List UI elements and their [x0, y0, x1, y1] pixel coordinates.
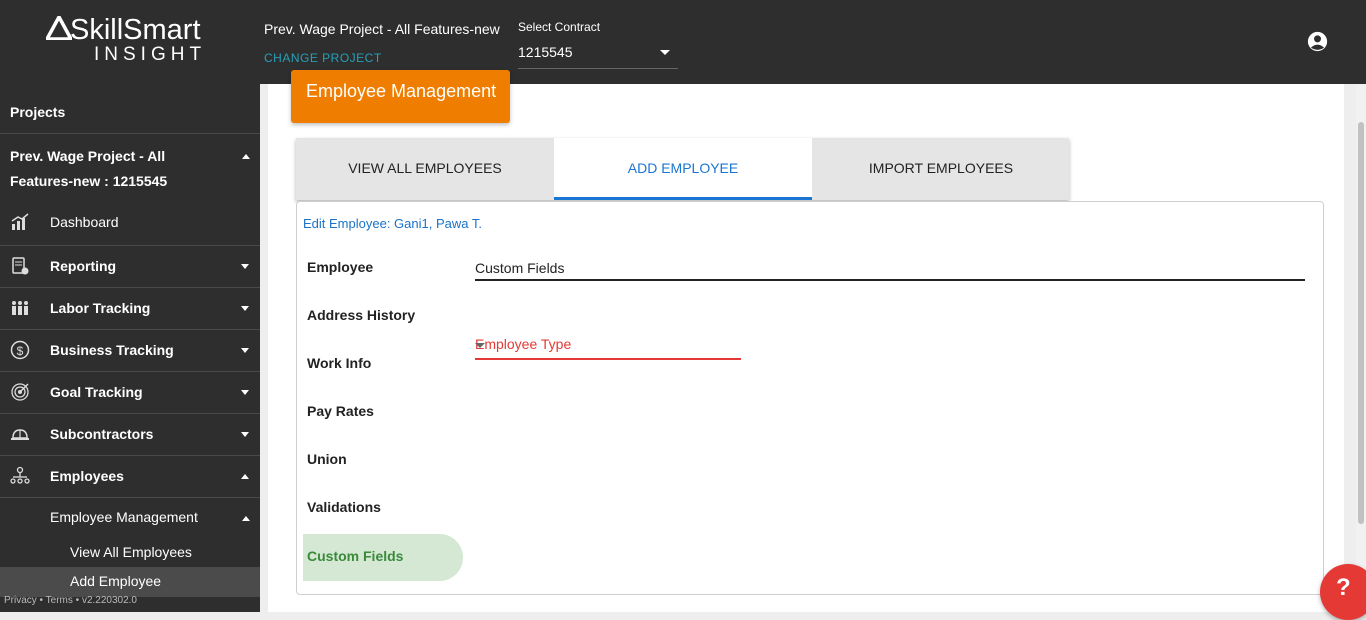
sidebar-item-employee-management[interactable]: Employee Management: [0, 502, 260, 532]
sidebar-item-labor-tracking[interactable]: Labor Tracking: [0, 287, 260, 329]
logo-triangle-icon: [46, 16, 72, 40]
sidebar-item-label: Reporting: [50, 258, 117, 274]
sidebar-subitem-label: Add Employee: [70, 573, 162, 589]
logo-wordmark: SkillSmart: [70, 14, 201, 46]
section-nav-label: Custom Fields: [307, 548, 404, 564]
sidebar-item-subcontractors[interactable]: Subcontractors: [0, 413, 260, 455]
page-scrollbar[interactable]: [1356, 84, 1366, 612]
sidebar-item-label: Employees: [50, 468, 124, 484]
page-title: Employee Management: [306, 81, 497, 101]
sidebar-item-label: Business Tracking: [50, 342, 174, 358]
divider: [0, 497, 260, 498]
sidebar: Projects Prev. Wage Project - All Featur…: [0, 84, 260, 612]
caret-down-icon: [475, 343, 485, 348]
org-chart-icon: [10, 466, 30, 484]
dollar-circle-icon: $: [10, 340, 30, 360]
contract-select-value: 1215545: [518, 44, 573, 60]
account-circle-icon[interactable]: [1307, 31, 1328, 52]
caret-up-icon: [242, 516, 250, 521]
section-nav-label: Union: [307, 451, 347, 467]
section-nav-label: Address History: [307, 307, 416, 323]
sidebar-subitem-label: View All Employees: [70, 544, 192, 560]
employee-type-label: Employee Type: [475, 336, 572, 352]
caret-down-icon: [241, 264, 249, 269]
section-nav-validations[interactable]: Validations: [303, 485, 463, 531]
divider: [0, 133, 260, 134]
section-nav-label: Employee: [307, 259, 374, 275]
sidebar-item-label: Labor Tracking: [50, 300, 151, 316]
target-icon: [11, 383, 29, 401]
sidebar-item-goal-tracking[interactable]: Goal Tracking: [0, 371, 260, 413]
page-title-banner: Employee Management: [291, 70, 510, 123]
section-nav-custom-fields[interactable]: Custom Fields: [303, 534, 463, 581]
dashboard-chart-icon: [11, 213, 29, 230]
hard-hat-icon: [11, 429, 29, 440]
scrollbar-thumb[interactable]: [1358, 122, 1364, 524]
employee-tabs: VIEW ALL EMPLOYEES ADD EMPLOYEE IMPORT E…: [296, 138, 1069, 200]
caret-down-icon: [660, 50, 670, 55]
section-nav-address-history[interactable]: Address History: [303, 293, 463, 339]
sidebar-item-add-employee[interactable]: Add Employee: [0, 567, 260, 597]
sidebar-item-reporting[interactable]: Reporting: [0, 245, 260, 287]
projects-heading: Projects: [10, 104, 66, 120]
section-heading-text: Custom Fields: [475, 260, 565, 276]
section-nav-employee[interactable]: Employee: [303, 245, 463, 291]
caret-down-icon: [241, 348, 249, 353]
contract-select[interactable]: 1215545: [518, 38, 678, 69]
sidebar-item-view-all-employees[interactable]: View All Employees: [0, 537, 260, 567]
section-nav-union[interactable]: Union: [303, 437, 463, 483]
sidebar-item-label: Goal Tracking: [50, 384, 143, 400]
section-heading: Custom Fields: [475, 260, 1305, 281]
top-app-bar: SkillSmart INSIGHT Prev. Wage Project - …: [0, 0, 1366, 84]
sidebar-item-dashboard[interactable]: Dashboard: [0, 201, 260, 243]
svg-text:$: $: [17, 344, 24, 358]
caret-down-icon: [241, 432, 249, 437]
section-nav-label: Validations: [307, 499, 381, 515]
sidebar-project-name[interactable]: Prev. Wage Project - All Features-new : …: [10, 144, 225, 194]
sidebar-item-business-tracking[interactable]: $ Business Tracking: [0, 329, 260, 371]
section-nav-work-info[interactable]: Work Info: [303, 341, 463, 387]
logo-subtitle: INSIGHT: [94, 44, 207, 65]
sidebar-subitem-label: Employee Management: [50, 509, 198, 525]
sidebar-item-employees[interactable]: Employees: [0, 455, 260, 497]
section-nav-label: Pay Rates: [307, 403, 374, 419]
help-question-icon: ?: [1336, 574, 1351, 601]
caret-down-icon: [241, 306, 249, 311]
caret-up-icon[interactable]: [242, 154, 250, 159]
section-nav-label: Work Info: [307, 355, 372, 371]
sidebar-item-label: Dashboard: [50, 214, 119, 230]
footer-links[interactable]: Privacy • Terms • v2.220302.0: [4, 595, 137, 606]
caret-down-icon: [241, 390, 249, 395]
tab-import-employees[interactable]: IMPORT EMPLOYEES: [812, 138, 1070, 200]
caret-up-icon: [241, 474, 249, 479]
tab-view-all-employees[interactable]: VIEW ALL EMPLOYEES: [296, 138, 554, 200]
skillsmart-logo[interactable]: SkillSmart INSIGHT: [46, 14, 246, 65]
sidebar-item-label: Subcontractors: [50, 426, 154, 442]
contract-select-label: Select Contract: [518, 20, 601, 34]
employee-type-select[interactable]: Employee Type: [475, 333, 741, 360]
current-project-name: Prev. Wage Project - All Features-new: [264, 21, 500, 37]
report-icon: [12, 257, 29, 275]
tab-add-employee[interactable]: ADD EMPLOYEE: [554, 138, 812, 200]
section-nav-pay-rates[interactable]: Pay Rates: [303, 389, 463, 435]
people-group-icon: [12, 301, 28, 315]
change-project-link[interactable]: CHANGE PROJECT: [264, 51, 382, 65]
edit-employee-title: Edit Employee: Gani1, Pawa T.: [303, 216, 482, 231]
